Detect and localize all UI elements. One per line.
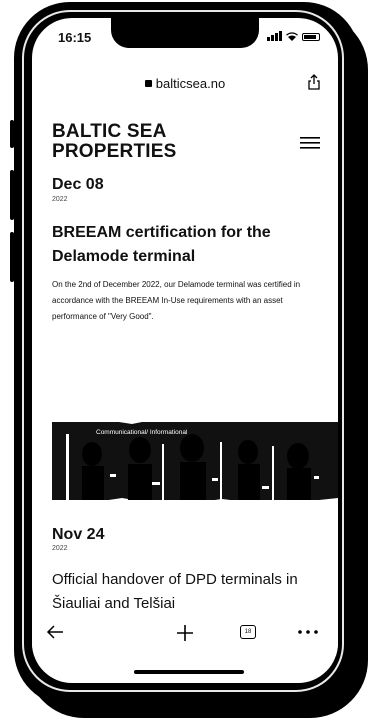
status-time: 16:15 [58, 30, 92, 45]
post-year: 2022 [52, 196, 68, 203]
post-date: Dec 08 [52, 176, 104, 193]
brand-line-1: BALTIC SEA [52, 121, 167, 142]
volume-down-button [10, 232, 14, 282]
status-icons [267, 31, 320, 41]
post-image[interactable]: Communicational/ Informational [52, 404, 338, 516]
home-indicator[interactable] [134, 670, 244, 674]
lock-icon [144, 80, 152, 87]
hamburger-menu-icon[interactable] [300, 136, 320, 150]
mute-switch [10, 120, 14, 148]
volume-up-button [10, 170, 14, 220]
post-excerpt: On the 2nd of December 2022, our Delamod… [52, 280, 301, 321]
post-title-link[interactable]: BREEAM certification for the Delamode te… [52, 221, 322, 269]
share-icon[interactable] [308, 74, 320, 90]
browser-toolbar: 18 [32, 616, 338, 656]
url-text: balticsea.no [155, 76, 226, 91]
back-arrow-icon[interactable] [46, 624, 64, 640]
tabs-button[interactable]: 18 [240, 625, 256, 639]
image-caption: Communicational/ Informational [96, 429, 188, 436]
power-button [362, 200, 366, 276]
cellular-signal-icon [267, 31, 282, 41]
post-year: 2022 [52, 545, 68, 552]
notch [111, 18, 259, 48]
phone-screen: 16:15 balticsea.no BALTIC SEA PROPERTIES… [32, 18, 338, 683]
more-options-icon[interactable] [298, 630, 318, 634]
new-tab-plus-icon[interactable] [176, 624, 194, 642]
wifi-icon [286, 32, 298, 41]
tab-count: 18 [244, 629, 252, 635]
address-bar[interactable]: balticsea.no [32, 76, 338, 91]
battery-icon [302, 33, 320, 41]
site-logo[interactable]: BALTIC SEA PROPERTIES [52, 122, 232, 162]
brand-line-2: PROPERTIES [52, 141, 177, 162]
post-date: Nov 24 [52, 526, 105, 543]
post-title-link[interactable]: Official handover of DPD terminals in Ši… [52, 568, 332, 616]
